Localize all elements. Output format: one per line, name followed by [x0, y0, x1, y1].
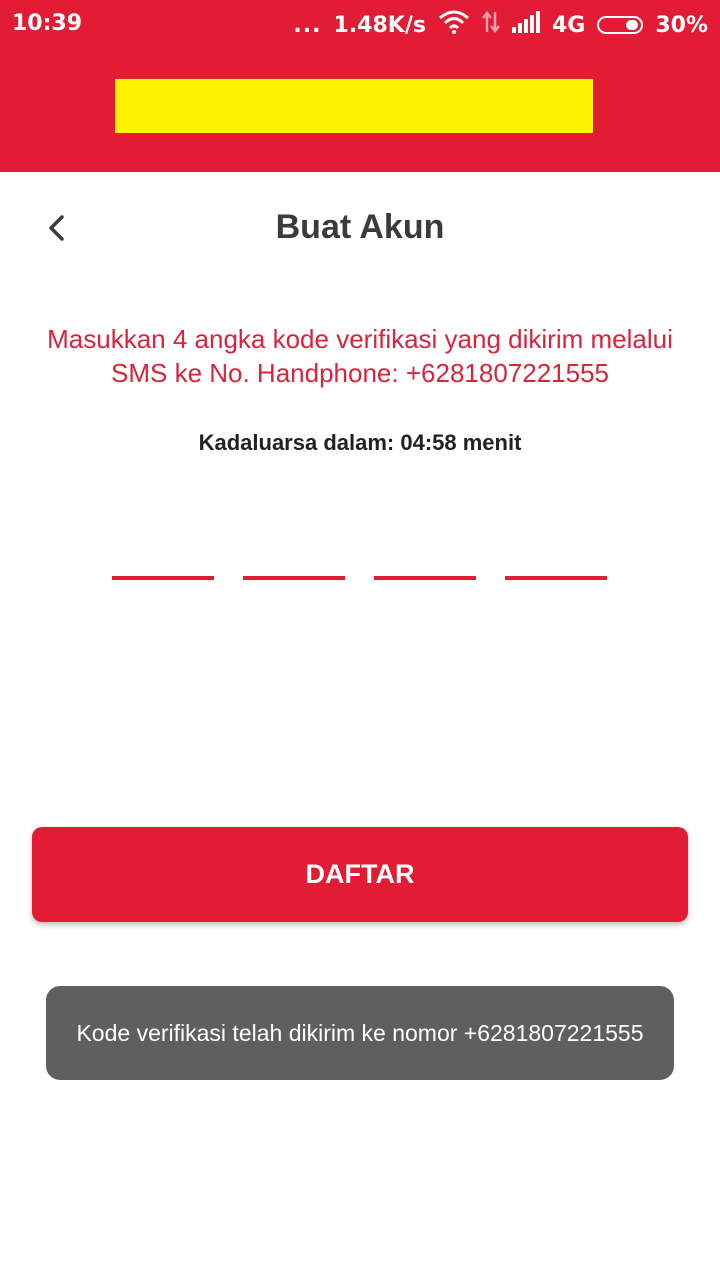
battery-level: 30% — [655, 12, 708, 38]
network-speed: 1.48K/s — [333, 12, 426, 38]
otp-digit-4[interactable] — [505, 530, 607, 580]
otp-digit-2[interactable] — [243, 530, 345, 580]
toast-text: Kode verifikasi telah dikirim ke nomor +… — [76, 1019, 644, 1046]
status-time: 10:39 — [12, 11, 83, 36]
wifi-icon — [438, 10, 470, 40]
page-title: Buat Akun — [275, 208, 445, 246]
data-transfer-icon — [481, 10, 500, 40]
app-screen: 10:39 ... 1.48K/s 4G 30% Buat Akun Masuk… — [0, 0, 720, 1280]
otp-digit-1[interactable] — [112, 530, 214, 580]
verification-instruction: Masukkan 4 angka kode verifikasi yang di… — [47, 324, 673, 388]
register-button[interactable]: DAFTAR — [32, 827, 688, 922]
status-bar: 10:39 ... 1.48K/s 4G 30% — [0, 0, 720, 50]
network-type: 4G — [551, 12, 586, 38]
expiry-countdown: Kadaluarsa dalam: 04:58 menit — [198, 430, 522, 455]
toast-message: Kode verifikasi telah dikirim ke nomor +… — [46, 986, 674, 1080]
otp-digit-3[interactable] — [374, 530, 476, 580]
otp-input-group — [112, 530, 607, 580]
battery-icon — [597, 16, 644, 34]
signal-icon — [511, 11, 540, 39]
brand-logo-banner — [115, 79, 593, 133]
network-activity-dots: ... — [293, 12, 322, 38]
app-header: 10:39 ... 1.48K/s 4G 30% — [0, 0, 720, 172]
status-indicators: ... 1.48K/s 4G 30% — [293, 10, 708, 40]
